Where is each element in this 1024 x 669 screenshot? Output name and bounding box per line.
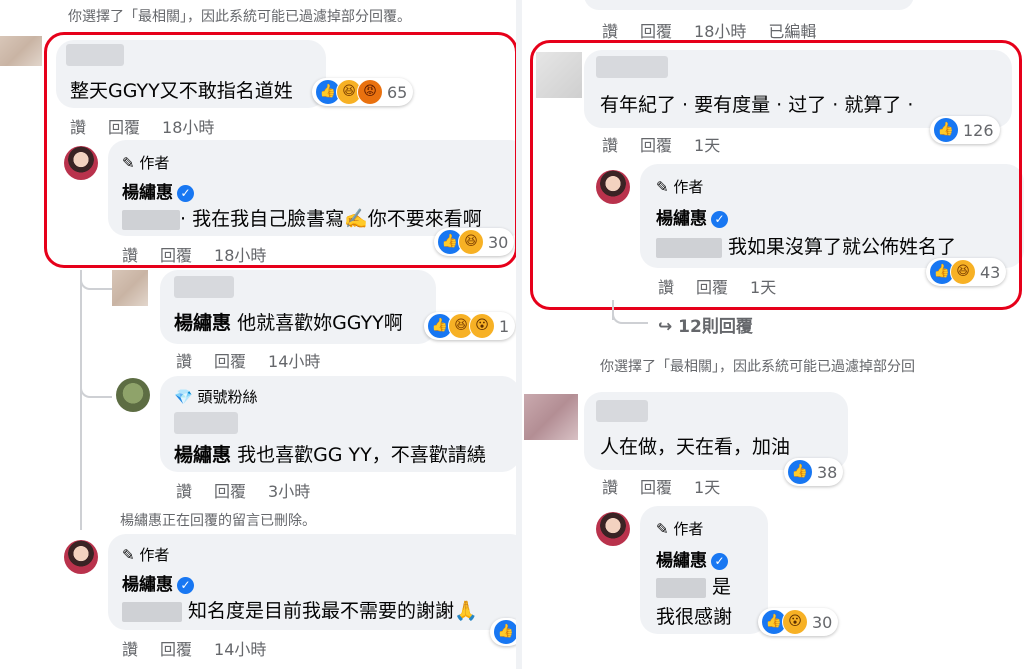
reply-text: 知名度是目前我最不需要的謝謝🙏 <box>122 596 478 623</box>
thread-connector <box>80 270 112 290</box>
comment-text: 人在做，天在看，加油 <box>600 436 791 458</box>
blurred-mention <box>122 601 182 622</box>
reply-bubble: 💎 頭號粉絲 楊繡惠 我也喜歡GG YY，不喜歡請繞 <box>160 376 516 472</box>
reply-bubble: ✎ 作者 楊繡惠 ✓ 是 我很感謝 <box>640 506 768 634</box>
reply-actions: 讚 回覆 14小時 <box>122 636 288 660</box>
reaction-count: 1 <box>499 316 510 336</box>
view-more-replies-link[interactable]: ↪ 12則回覆 <box>658 312 753 337</box>
like-icon: 👍 <box>787 459 813 485</box>
avatar[interactable] <box>116 378 150 412</box>
pencil-icon: ✎ <box>122 546 135 564</box>
like-button[interactable]: 讚 <box>176 482 192 501</box>
reply-text-line2: 我很感謝 <box>656 606 733 628</box>
avatar[interactable] <box>112 270 148 306</box>
author-avatar[interactable] <box>64 540 98 574</box>
author-name[interactable]: 楊繡惠 ✓ <box>656 546 728 571</box>
like-button[interactable]: 讚 <box>602 478 618 497</box>
author-badge: ✎ 作者 <box>656 520 704 538</box>
author-avatar[interactable] <box>596 512 630 546</box>
timestamp[interactable]: 14小時 <box>268 352 320 371</box>
wow-icon: 😮 <box>782 609 808 635</box>
thread-connector <box>612 300 648 324</box>
like-button[interactable]: 讚 <box>602 22 618 41</box>
pencil-icon: ✎ <box>656 520 669 538</box>
like-button[interactable]: 讚 <box>122 640 138 659</box>
avatar[interactable] <box>524 394 578 440</box>
timestamp[interactable]: 14小時 <box>214 640 266 659</box>
timestamp[interactable]: 18小時 <box>694 22 746 41</box>
reaction-count: 30 <box>812 612 833 632</box>
like-button[interactable]: 讚 <box>176 352 192 371</box>
mention-link[interactable]: 楊繡惠 <box>174 312 231 334</box>
comment-bubble <box>584 0 914 10</box>
reaction-summary[interactable]: 👍 <box>490 618 516 646</box>
top-fan-badge: 💎 頭號粉絲 <box>174 388 258 406</box>
reply-text-line1: 是 <box>656 572 731 599</box>
left-screenshot-panel: 你選擇了「最相關」，因此系統可能已過濾掉部分回覆。 整天GGYY又不敢指名道姓 … <box>0 0 516 669</box>
comment-actions: 讚 回覆 18小時 已編輯 <box>602 18 838 42</box>
blurred-username[interactable] <box>174 276 234 298</box>
reply-actions: 讚 回覆 3小時 <box>176 478 332 502</box>
reply-text: 楊繡惠 我也喜歡GG YY，不喜歡請繞 <box>174 444 486 466</box>
reply-button[interactable]: 回覆 <box>640 22 672 41</box>
filter-notice: 你選擇了「最相關」，因此系統可能已過濾掉部分回 <box>600 359 915 375</box>
verified-badge-icon: ✓ <box>711 552 728 570</box>
timestamp[interactable]: 1天 <box>694 478 720 497</box>
thread-line <box>80 270 82 530</box>
mention-link[interactable]: 楊繡惠 <box>174 444 231 466</box>
deleted-notice: 楊繡惠正在回覆的留言已刪除。 <box>120 513 316 529</box>
verified-badge-icon: ✓ <box>177 576 194 594</box>
reaction-summary[interactable]: 👍 😆 😮 1 <box>424 312 516 340</box>
reply-button[interactable]: 回覆 <box>160 640 192 659</box>
timestamp[interactable]: 3小時 <box>268 482 310 501</box>
reply-bubble: ✎ 作者 楊繡惠 ✓ 知名度是目前我最不需要的謝謝🙏 <box>108 534 516 630</box>
avatar[interactable] <box>0 36 42 66</box>
reaction-summary[interactable]: 👍 38 <box>784 458 844 486</box>
diamond-icon: 💎 <box>174 388 193 406</box>
reply-bubble: 楊繡惠 他就喜歡妳GGYY啊 <box>160 270 436 344</box>
right-screenshot-panel: 讚回覆 18小時 已編輯 有年紀了 · 要有度量 · 过了 · 就算了 · 👍 12… <box>522 0 1024 669</box>
reply-button[interactable]: 回覆 <box>214 352 246 371</box>
author-name[interactable]: 楊繡惠 ✓ <box>122 570 194 595</box>
blurred-username[interactable] <box>174 412 238 434</box>
reply-text: 楊繡惠 他就喜歡妳GGYY啊 <box>174 312 403 334</box>
reply-button[interactable]: 回覆 <box>214 482 246 501</box>
reply-arrow-icon: ↪ <box>658 317 673 337</box>
reaction-count: 38 <box>817 462 838 482</box>
reply-button[interactable]: 回覆 <box>640 478 672 497</box>
reply-actions: 讚 回覆 14小時 <box>176 348 342 372</box>
edited-label: 已編輯 <box>768 22 817 41</box>
author-badge: ✎ 作者 <box>122 546 170 564</box>
like-icon: 👍 <box>493 619 516 645</box>
highlight-box <box>530 40 1022 310</box>
wow-icon: 😮 <box>469 313 495 339</box>
thread-connector <box>80 360 112 398</box>
highlight-box <box>44 32 516 268</box>
blurred-username[interactable] <box>596 400 648 422</box>
blurred-mention <box>656 577 706 598</box>
comment-actions: 讚 回覆 1天 <box>602 474 742 498</box>
filter-notice: 你選擇了「最相關」，因此系統可能已過濾掉部分回覆。 <box>68 9 411 25</box>
reaction-summary[interactable]: 👍 😮 30 <box>758 608 839 636</box>
